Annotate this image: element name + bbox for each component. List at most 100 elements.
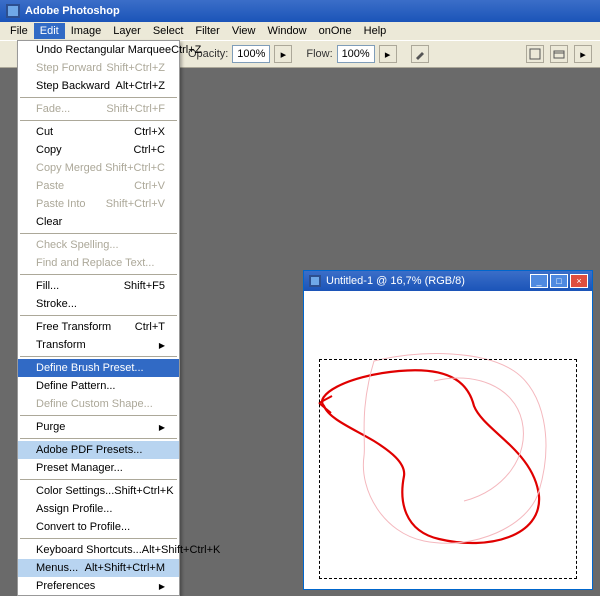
menu-item-define-brush-preset[interactable]: Define Brush Preset...: [18, 359, 179, 377]
menu-item-stroke[interactable]: Stroke...: [18, 295, 179, 313]
menu-item-free-transform[interactable]: Free TransformCtrl+T: [18, 318, 179, 336]
menu-separator: [20, 479, 177, 480]
menu-item-define-pattern[interactable]: Define Pattern...: [18, 377, 179, 395]
menu-item-label: Transform: [36, 339, 86, 351]
menu-edit[interactable]: Edit: [34, 23, 65, 39]
menu-item-preset-manager[interactable]: Preset Manager...: [18, 459, 179, 477]
canvas[interactable]: [304, 291, 592, 589]
minimize-button[interactable]: _: [530, 274, 548, 288]
menu-item-label: Step Backward: [36, 80, 110, 92]
menu-item-label: Preferences: [36, 580, 95, 592]
menu-item-step-backward[interactable]: Step Backward Alt+Ctrl+Z: [18, 77, 179, 95]
submenu-arrow-icon: ▶: [159, 582, 165, 591]
menu-item-label: Fade...: [36, 103, 70, 115]
menu-item-shortcut: Ctrl+V: [134, 180, 165, 192]
menu-item-label: Color Settings...: [36, 485, 114, 497]
document-title: Untitled-1 @ 16,7% (RGB/8): [326, 275, 465, 287]
menu-item-assign-profile[interactable]: Assign Profile...: [18, 500, 179, 518]
submenu-arrow-icon: ▶: [159, 423, 165, 432]
menu-image[interactable]: Image: [65, 23, 108, 39]
menu-item-shortcut: Shift+Ctrl+K: [114, 485, 173, 497]
menu-item-cut[interactable]: CutCtrl+X: [18, 123, 179, 141]
menu-item-step-forward: Step Forward Shift+Ctrl+Z: [18, 59, 179, 77]
menu-item-define-custom-shape: Define Custom Shape...: [18, 395, 179, 413]
menu-item-label: Keyboard Shortcuts...: [36, 544, 142, 556]
flow-flyout-icon[interactable]: ▸: [379, 45, 397, 63]
menu-layer[interactable]: Layer: [107, 23, 147, 39]
menu-item-label: Free Transform: [36, 321, 111, 333]
menu-item-label: Undo Rectangular Marquee: [36, 44, 171, 56]
document-window[interactable]: Untitled-1 @ 16,7% (RGB/8) _ □ ×: [303, 270, 593, 590]
menu-help[interactable]: Help: [358, 23, 393, 39]
menu-item-undo-rectangular-marquee[interactable]: Undo Rectangular MarqueeCtrl+Z: [18, 41, 179, 59]
menu-item-adobe-pdf-presets[interactable]: Adobe PDF Presets...: [18, 441, 179, 459]
menu-item-label: Preset Manager...: [36, 462, 123, 474]
menu-item-convert-to-profile[interactable]: Convert to Profile...: [18, 518, 179, 536]
airbrush-icon[interactable]: [411, 45, 429, 63]
flow-value[interactable]: 100%: [337, 45, 375, 63]
menu-item-shortcut: Shift+Ctrl+C: [105, 162, 165, 174]
flow-group: Flow: 100% ▸: [306, 45, 396, 63]
document-icon: [308, 274, 322, 288]
menu-item-shortcut: Shift+Ctrl+V: [106, 198, 165, 210]
menu-separator: [20, 120, 177, 121]
menu-item-copy[interactable]: Copy Ctrl+C: [18, 141, 179, 159]
menu-item-menus[interactable]: Menus...Alt+Shift+Ctrl+M: [18, 559, 179, 577]
menu-item-shortcut: Alt+Shift+Ctrl+K: [142, 544, 221, 556]
menu-item-label: Paste Into: [36, 198, 86, 210]
menu-item-shortcut: Ctrl+Z: [171, 44, 201, 56]
edit-menu-dropdown[interactable]: Undo Rectangular MarqueeCtrl+ZStep Forwa…: [17, 40, 180, 596]
menu-separator: [20, 274, 177, 275]
menu-item-label: Adobe PDF Presets...: [36, 444, 142, 456]
menu-item-find-and-replace-text: Find and Replace Text...: [18, 254, 179, 272]
menu-view[interactable]: View: [226, 23, 262, 39]
menu-item-transform[interactable]: Transform ▶: [18, 336, 179, 354]
menu-item-label: Purge: [36, 421, 65, 433]
selection-marquee: [319, 359, 577, 579]
photoshop-icon: [6, 4, 20, 18]
menu-item-label: Copy Merged: [36, 162, 102, 174]
palette-well-icon[interactable]: [526, 45, 544, 63]
app-titlebar: Adobe Photoshop: [0, 0, 600, 22]
menu-filter[interactable]: Filter: [189, 23, 225, 39]
opacity-value[interactable]: 100%: [232, 45, 270, 63]
close-button[interactable]: ×: [570, 274, 588, 288]
menu-item-label: Define Brush Preset...: [36, 362, 144, 374]
menu-separator: [20, 415, 177, 416]
menu-onone[interactable]: onOne: [313, 23, 358, 39]
menu-item-preferences[interactable]: Preferences ▶: [18, 577, 179, 595]
menubar[interactable]: FileEditImageLayerSelectFilterViewWindow…: [0, 22, 600, 40]
menu-item-shortcut: Alt+Ctrl+Z: [115, 80, 165, 92]
menu-separator: [20, 233, 177, 234]
menu-item-keyboard-shortcuts[interactable]: Keyboard Shortcuts...Alt+Shift+Ctrl+K: [18, 541, 179, 559]
workspace-menu-icon[interactable]: ▸: [574, 45, 592, 63]
menu-item-color-settings[interactable]: Color Settings...Shift+Ctrl+K: [18, 482, 179, 500]
menu-item-shortcut: Shift+Ctrl+F: [106, 103, 165, 115]
maximize-button[interactable]: □: [550, 274, 568, 288]
document-titlebar[interactable]: Untitled-1 @ 16,7% (RGB/8) _ □ ×: [304, 271, 592, 291]
menu-item-shortcut: Ctrl+C: [134, 144, 165, 156]
menu-item-clear[interactable]: Clear: [18, 213, 179, 231]
menu-item-fill[interactable]: Fill...Shift+F5: [18, 277, 179, 295]
menu-separator: [20, 356, 177, 357]
menu-item-fade: Fade... Shift+Ctrl+F: [18, 100, 179, 118]
menu-file[interactable]: File: [4, 23, 34, 39]
menu-item-label: Assign Profile...: [36, 503, 112, 515]
menu-item-shortcut: Shift+Ctrl+Z: [106, 62, 165, 74]
submenu-arrow-icon: ▶: [159, 341, 165, 350]
menu-item-shortcut: Shift+F5: [124, 280, 165, 292]
opacity-flyout-icon[interactable]: ▸: [274, 45, 292, 63]
menu-item-shortcut: Ctrl+X: [134, 126, 165, 138]
menu-window[interactable]: Window: [262, 23, 313, 39]
menu-item-purge[interactable]: Purge ▶: [18, 418, 179, 436]
menu-item-label: Convert to Profile...: [36, 521, 130, 533]
menu-item-label: Check Spelling...: [36, 239, 119, 251]
opacity-group: Opacity: 100% ▸: [188, 45, 292, 63]
bridge-icon[interactable]: [550, 45, 568, 63]
menu-separator: [20, 538, 177, 539]
menu-select[interactable]: Select: [147, 23, 190, 39]
menu-item-label: Find and Replace Text...: [36, 257, 154, 269]
menu-item-label: Step Forward: [36, 62, 102, 74]
menu-item-label: Copy: [36, 144, 62, 156]
menu-item-shortcut: Alt+Shift+Ctrl+M: [85, 562, 165, 574]
